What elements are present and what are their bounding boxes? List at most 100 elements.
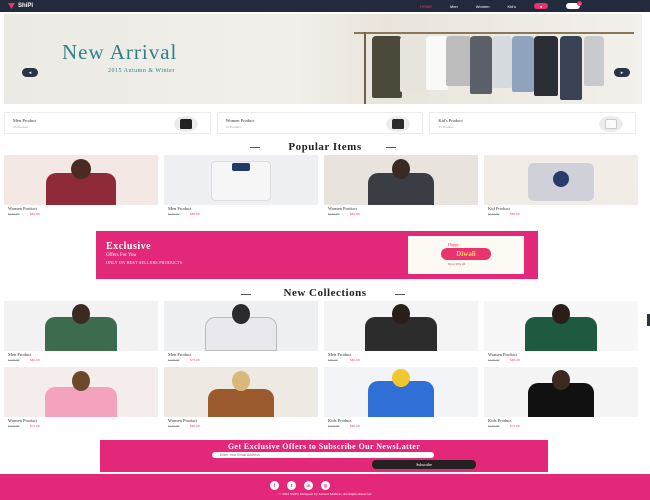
product-card[interactable]: Kid Product $120.00 $65.00 — [484, 155, 638, 217]
copyright-text: © 2024 ShiPi | Designed by Sanwar Mallic… — [278, 492, 372, 496]
subscribe-button[interactable]: Subscribe — [372, 460, 476, 469]
facebook-icon[interactable]: f — [270, 481, 279, 490]
model-head — [552, 370, 570, 390]
product-name: Men Product — [8, 352, 32, 357]
title-rule-right — [386, 147, 396, 148]
top-nav: ShiPi HOME Men Women Kid's ● 0 — [0, 0, 650, 12]
product-image — [164, 155, 318, 205]
product-card[interactable]: Women Product $120.00 $65.00 — [484, 301, 638, 363]
cart-count-badge: 0 — [577, 1, 583, 6]
hero-next-button[interactable]: ▸ — [614, 68, 630, 77]
product-image — [4, 301, 158, 351]
model-head — [392, 304, 410, 324]
newsletter-section: Get Exclusive Offers to Subscribe Our Ne… — [100, 440, 548, 472]
product-old-price: $120.00 — [488, 358, 500, 362]
email-input[interactable] — [212, 452, 434, 458]
product-price: $75.00 — [190, 358, 200, 362]
nav-link-women[interactable]: Women — [476, 4, 490, 9]
product-card[interactable]: Women Product $120.00 $65.00 — [4, 155, 158, 217]
new-collections-title: New Collections — [283, 287, 367, 299]
model-body — [45, 387, 117, 417]
product-image — [484, 155, 638, 205]
product-price: $65.00 — [190, 424, 200, 428]
product-card[interactable]: Women Product $120.00 $65.00 — [164, 367, 318, 429]
diwali-main-text: Diwali — [441, 248, 491, 260]
product-name: Women Product — [8, 206, 38, 211]
model-head — [232, 304, 250, 324]
product-price: $65.00 — [30, 358, 40, 362]
model-head — [72, 304, 90, 324]
product-old-price: $120.00 — [168, 424, 180, 428]
garment-jacket-black — [534, 36, 558, 96]
cart-icon[interactable]: 0 — [566, 1, 583, 9]
product-price: $65.00 — [510, 358, 520, 362]
product-image — [4, 367, 158, 417]
category-count: 25 Product — [225, 125, 241, 129]
category-card-women[interactable]: Women Product 25 Product — [216, 112, 424, 134]
garment-pants-navy — [560, 36, 582, 100]
exclusive-offer-banner[interactable]: Exclusive Offers For You ONLY ON BEST SE… — [96, 231, 538, 279]
nav-link-men[interactable]: Men — [450, 4, 458, 9]
hero-subtitle: 2015 Autumn & Winter — [108, 68, 175, 74]
newsletter-title: Get Exclusive Offers to Subscribe Our Ne… — [227, 442, 421, 451]
product-name: Women Product — [328, 206, 358, 211]
garment-shirt-blue — [512, 36, 534, 92]
product-name: Women Product — [168, 418, 198, 423]
product-card[interactable]: Women Product $120.00 $65.00 — [324, 155, 478, 217]
garment-jacket-dark — [470, 36, 492, 94]
garment-knit — [400, 36, 428, 92]
product-card[interactable]: Kids Product $100.00 $65.00 — [324, 367, 478, 429]
product-card[interactable]: Men Product $120.00 $65.00 — [164, 155, 318, 217]
category-image — [599, 116, 624, 132]
product-name: Men Product — [328, 352, 352, 357]
model-head — [392, 159, 410, 179]
product-card[interactable]: Kids Product $120.00 $75.00 — [484, 367, 638, 429]
product-card[interactable]: Men Product $90.00 $65.00 — [324, 301, 478, 363]
product-name: Kid Product — [488, 206, 510, 211]
top-icon — [392, 119, 405, 129]
category-card-men[interactable]: Men Product 25 Product — [4, 112, 211, 134]
product-card[interactable]: Men Product $120.00 $65.00 — [4, 301, 158, 363]
product-card[interactable]: Men Product $120.00 $75.00 — [164, 301, 318, 363]
category-image — [173, 116, 198, 132]
nav-link-kids[interactable]: Kid's — [508, 4, 517, 9]
category-count: 25 Product — [13, 125, 29, 129]
logo[interactable]: ShiPi — [8, 3, 33, 9]
nav-link-home[interactable]: HOME — [420, 4, 432, 9]
category-name: Men Product — [13, 118, 37, 123]
product-name: Kids Product — [488, 418, 512, 423]
hero-prev-button[interactable]: ◂ — [22, 68, 38, 77]
product-old-price: $120.00 — [168, 358, 180, 362]
product-old-price: $120.00 — [328, 212, 340, 216]
user-icon[interactable]: ● — [534, 3, 549, 9]
product-image — [484, 367, 638, 417]
category-image — [386, 116, 411, 132]
product-price: $65.00 — [30, 212, 40, 216]
product-image — [324, 155, 478, 205]
diwali-sub-text: Up to 50% off — [448, 262, 466, 266]
product-card[interactable]: Women Product $100.00 $75.00 — [4, 367, 158, 429]
category-card-kids[interactable]: Kid's Product 25 Product — [429, 112, 637, 134]
product-old-price: $100.00 — [328, 424, 340, 428]
product-price: $65.00 — [350, 424, 360, 428]
kids-shirt-icon — [605, 119, 618, 129]
garment-shirt-white — [426, 36, 448, 90]
promo-caption: ONLY ON BEST SELLERS PRODUCTS — [106, 260, 183, 265]
product-price: $65.00 — [350, 358, 360, 362]
linkedin-icon[interactable]: in — [304, 481, 313, 490]
category-count: 25 Product — [438, 125, 454, 129]
instagram-icon[interactable]: ◎ — [321, 481, 330, 490]
product-price: $75.00 — [30, 424, 40, 428]
model-head — [71, 159, 91, 179]
product-old-price: $100.00 — [8, 424, 20, 428]
logo-text: ShiPi — [18, 3, 34, 9]
twitter-icon[interactable]: t — [287, 481, 296, 490]
model-body — [208, 389, 274, 417]
tshirt-icon — [179, 119, 192, 129]
product-price: $65.00 — [350, 212, 360, 216]
garment-coat — [372, 36, 402, 98]
diwali-top-text: Happy — [448, 242, 459, 247]
garment-sweater-grey — [446, 36, 472, 86]
product-name: Men Product — [168, 352, 192, 357]
model-head — [552, 304, 570, 324]
